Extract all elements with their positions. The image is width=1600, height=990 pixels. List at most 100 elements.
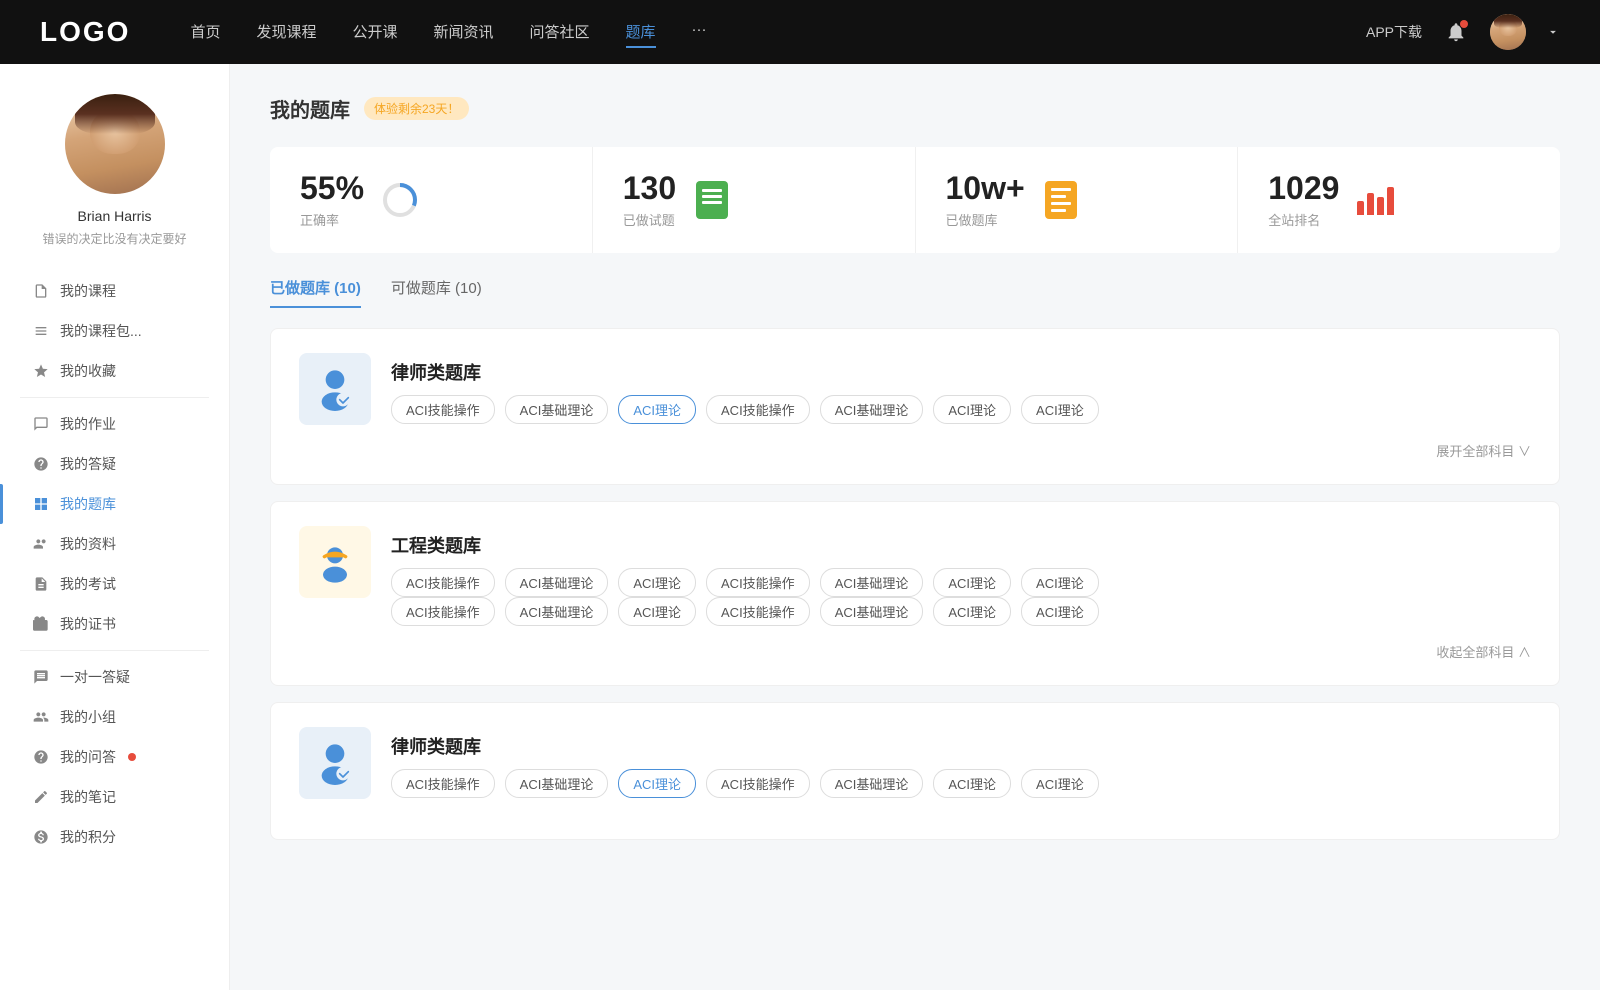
sidebar-item-my-questions[interactable]: 我的问答 — [0, 737, 229, 777]
sidebar-item-favorites[interactable]: 我的收藏 — [0, 351, 229, 391]
sidebar-divider-1 — [20, 397, 209, 398]
nav-home[interactable]: 首页 — [190, 17, 220, 48]
doc-green-icon — [692, 180, 732, 220]
bank-tag[interactable]: ACI技能操作 — [706, 568, 810, 597]
stat-label-banks: 已做题库 — [946, 210, 1025, 229]
sidebar-item-label: 我的问答 — [60, 747, 116, 767]
stat-value-banks: 10w+ — [946, 171, 1025, 206]
sidebar-item-my-points[interactable]: 我的积分 — [0, 817, 229, 857]
bank-tag[interactable]: ACI技能操作 — [706, 395, 810, 424]
bank-tag[interactable]: ACI技能操作 — [391, 769, 495, 798]
bank-card-tags-2-row1: ACI技能操作 ACI基础理论 ACI理论 ACI技能操作 ACI基础理论 AC… — [391, 568, 1531, 597]
sidebar-item-my-exam[interactable]: 我的考试 — [0, 564, 229, 604]
sidebar-item-question-bank[interactable]: 我的题库 — [0, 484, 229, 524]
bank-tag[interactable]: ACI基础理论 — [820, 568, 924, 597]
bank-tag[interactable]: ACI技能操作 — [391, 568, 495, 597]
bank-tag[interactable]: ACI理论 — [933, 769, 1011, 798]
page-title: 我的题库 — [270, 94, 350, 123]
user-avatar[interactable] — [1490, 14, 1526, 50]
bank-tag[interactable]: ACI基础理论 — [820, 769, 924, 798]
nav-open-course[interactable]: 公开课 — [352, 17, 397, 48]
bank-tag[interactable]: ACI技能操作 — [706, 769, 810, 798]
sidebar-item-my-info[interactable]: 我的资料 — [0, 524, 229, 564]
user-avatar-large — [65, 94, 165, 194]
trial-badge: 体验剩余23天！ — [364, 97, 469, 120]
tab-available-banks[interactable]: 可做题库 (10) — [391, 277, 482, 308]
collapse-button-2[interactable]: 收起全部科目 ∧ — [1436, 642, 1531, 661]
sidebar-item-label: 我的笔记 — [60, 787, 116, 807]
bank-tag[interactable]: ACI基础理论 — [820, 597, 924, 626]
bank-tag[interactable]: ACI理论 — [933, 597, 1011, 626]
logo[interactable]: LOGO — [40, 16, 130, 48]
engineer-bank-icon — [299, 526, 371, 598]
bank-tag[interactable]: ACI技能操作 — [706, 597, 810, 626]
sidebar-item-my-group[interactable]: 我的小组 — [0, 697, 229, 737]
chevron-down-icon[interactable] — [1546, 25, 1560, 39]
sidebar-item-my-notes[interactable]: 我的笔记 — [0, 777, 229, 817]
avatar-image — [1490, 14, 1526, 50]
stat-label-accuracy: 正确率 — [300, 210, 364, 229]
file-text-icon — [32, 575, 50, 593]
app-download-button[interactable]: APP下载 — [1366, 22, 1422, 42]
nav-menu: 首页 发现课程 公开课 新闻资讯 问答社区 题库 ··· — [190, 17, 1366, 48]
bar-icon — [32, 322, 50, 340]
bank-tag[interactable]: ACI基础理论 — [505, 568, 609, 597]
bank-tag[interactable]: ACI技能操作 — [391, 597, 495, 626]
sidebar-menu: 我的课程 我的课程包... 我的收藏 我的作业 — [0, 271, 229, 857]
bank-tag-active[interactable]: ACI理论 — [618, 769, 696, 798]
stat-done-questions: 130 已做试题 — [593, 147, 916, 253]
bank-card-title-3: 律师类题库 — [391, 727, 1099, 759]
sidebar-item-label: 一对一答疑 — [60, 667, 130, 687]
bank-tag[interactable]: ACI理论 — [933, 568, 1011, 597]
sidebar: Brian Harris 错误的决定比没有决定要好 我的课程 我的课程包... … — [0, 64, 230, 990]
sidebar-item-homework[interactable]: 我的作业 — [0, 404, 229, 444]
bank-tag-active[interactable]: ACI理论 — [618, 395, 696, 424]
question-icon — [32, 455, 50, 473]
tab-done-banks[interactable]: 已做题库 (10) — [270, 277, 361, 308]
bank-tag[interactable]: ACI理论 — [618, 568, 696, 597]
notification-dot — [1460, 20, 1468, 28]
bank-tag[interactable]: ACI理论 — [618, 597, 696, 626]
nav-qa[interactable]: 问答社区 — [530, 17, 590, 48]
nav-discover[interactable]: 发现课程 — [256, 17, 316, 48]
sidebar-item-label: 我的积分 — [60, 827, 116, 847]
bank-tag[interactable]: ACI基础理论 — [820, 395, 924, 424]
bank-tag[interactable]: ACI理论 — [933, 395, 1011, 424]
stat-label-done: 已做试题 — [623, 210, 676, 229]
stat-value-accuracy: 55% — [300, 171, 364, 206]
sidebar-item-label: 我的考试 — [60, 574, 116, 594]
bank-tag[interactable]: ACI基础理论 — [505, 597, 609, 626]
sidebar-item-my-cert[interactable]: 我的证书 — [0, 604, 229, 644]
sidebar-item-my-qa[interactable]: 我的答疑 — [0, 444, 229, 484]
sidebar-item-label: 我的资料 — [60, 534, 116, 554]
grid-icon — [32, 495, 50, 513]
sidebar-item-tutoring[interactable]: 一对一答疑 — [0, 657, 229, 697]
nav-news[interactable]: 新闻资讯 — [434, 17, 494, 48]
bank-tag[interactable]: ACI基础理论 — [505, 769, 609, 798]
bank-tag[interactable]: ACI基础理论 — [505, 395, 609, 424]
stats-row: 55% 正确率 130 已做试题 — [270, 147, 1560, 253]
score-icon — [32, 828, 50, 846]
bank-card-engineer: 工程类题库 ACI技能操作 ACI基础理论 ACI理论 ACI技能操作 ACI基… — [270, 501, 1560, 686]
cert-icon — [32, 615, 50, 633]
bar-chart-red-icon — [1355, 180, 1395, 220]
bank-tag[interactable]: ACI理论 — [1021, 769, 1099, 798]
navbar-right: APP下载 — [1366, 14, 1560, 50]
bank-tag[interactable]: ACI理论 — [1021, 597, 1099, 626]
avatar-photo — [65, 94, 165, 194]
expand-button-1[interactable]: 展开全部科目 ∨ — [1436, 441, 1531, 460]
bank-tag[interactable]: ACI理论 — [1021, 395, 1099, 424]
notification-bell[interactable] — [1442, 18, 1470, 46]
nav-more[interactable]: ··· — [692, 17, 707, 48]
sidebar-item-my-course[interactable]: 我的课程 — [0, 271, 229, 311]
lawyer-bank-icon — [299, 353, 371, 425]
nav-question-bank[interactable]: 题库 — [626, 17, 656, 48]
bank-tag[interactable]: ACI理论 — [1021, 568, 1099, 597]
sidebar-item-label: 我的作业 — [60, 414, 116, 434]
sidebar-item-course-package[interactable]: 我的课程包... — [0, 311, 229, 351]
bank-tag[interactable]: ACI技能操作 — [391, 395, 495, 424]
bank-card-title-2: 工程类题库 — [391, 526, 1531, 558]
list-orange-icon — [1041, 180, 1081, 220]
sidebar-item-label: 我的小组 — [60, 707, 116, 727]
bank-card-tags-2-row2: ACI技能操作 ACI基础理论 ACI理论 ACI技能操作 ACI基础理论 AC… — [391, 597, 1531, 626]
